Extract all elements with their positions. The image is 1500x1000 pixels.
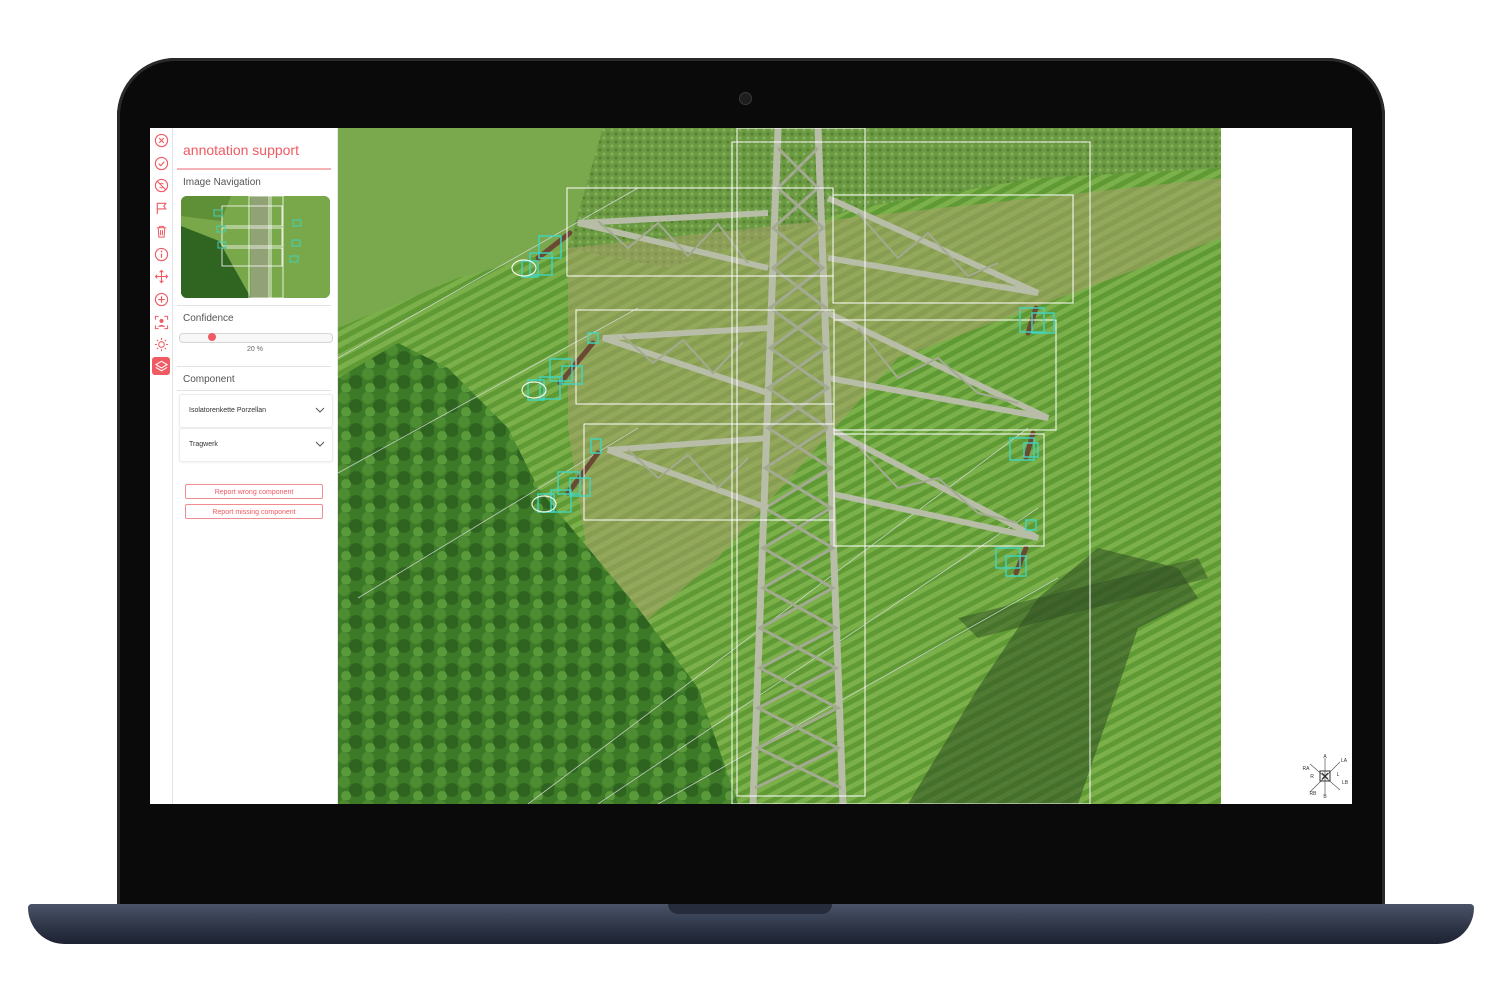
check-circle-icon — [154, 156, 168, 170]
layers-tool-button[interactable] — [152, 357, 170, 375]
confirm-tool-button[interactable] — [152, 154, 170, 172]
compass-label: LB — [1342, 780, 1349, 786]
confidence-label: Confidence — [183, 313, 234, 324]
delete-tool-button[interactable] — [152, 222, 170, 240]
component-dropdown-isolatorenkette[interactable]: Isolatorenkette Porzellan — [179, 394, 333, 428]
title-divider — [177, 168, 331, 170]
compass-label: RB — [1310, 791, 1318, 797]
annotation-panel: annotation support Image Navigation Conf… — [173, 128, 338, 804]
image-navigation-thumbnail[interactable] — [181, 196, 330, 298]
tool-bar — [150, 128, 173, 804]
compass-label: R — [1310, 774, 1314, 780]
compass-rose-icon: A LA L LB B RB R RA — [1303, 754, 1349, 800]
confidence-slider-track[interactable] — [179, 333, 333, 343]
info-icon — [154, 247, 168, 261]
component-label: Component — [183, 374, 235, 385]
move-icon — [154, 269, 168, 283]
orientation-compass[interactable]: A LA L LB B RB R RA — [1300, 752, 1350, 800]
section-divider — [177, 366, 331, 367]
focus-person-icon — [154, 315, 168, 329]
component-dropdown-label: Tragwerk — [189, 441, 218, 448]
flag-tool-button[interactable] — [152, 199, 170, 217]
confidence-slider-thumb[interactable] — [207, 333, 216, 341]
reject-tool-button[interactable] — [152, 176, 170, 194]
thumbnail-image — [181, 196, 330, 298]
image-viewer[interactable] — [338, 128, 1221, 804]
close-circle-icon — [154, 133, 168, 147]
confidence-value: 20 % — [247, 346, 263, 353]
compass-label: LA — [1341, 758, 1348, 764]
panel-title: annotation support — [183, 142, 299, 158]
laptop-base-notch — [668, 904, 832, 914]
brightness-icon — [154, 337, 168, 351]
component-dropdown-label: Isolatorenkette Porzellan — [189, 407, 267, 414]
component-dropdown-tragwerk[interactable]: Tragwerk — [179, 428, 333, 462]
app-screen: annotation support Image Navigation Conf… — [150, 128, 1352, 804]
close-tool-button[interactable] — [152, 131, 170, 149]
chevron-down-icon — [315, 407, 325, 413]
compass-label: L — [1337, 772, 1340, 778]
trash-icon — [156, 225, 166, 238]
report-wrong-component-button[interactable]: Report wrong component — [185, 484, 323, 499]
compass-label: B — [1323, 794, 1327, 800]
add-circle-icon — [154, 292, 168, 306]
flag-icon — [156, 202, 167, 214]
chevron-down-icon — [315, 441, 325, 447]
section-divider — [177, 305, 331, 306]
section-divider — [177, 390, 331, 391]
no-entry-icon — [154, 178, 168, 192]
report-missing-component-button[interactable]: Report missing component — [185, 504, 323, 519]
move-tool-button[interactable] — [152, 267, 170, 285]
brightness-tool-button[interactable] — [152, 335, 170, 353]
compass-label: RA — [1303, 766, 1311, 772]
add-tool-button[interactable] — [152, 290, 170, 308]
compass-label: A — [1323, 754, 1327, 760]
info-tool-button[interactable] — [152, 245, 170, 263]
image-navigation-label: Image Navigation — [183, 177, 261, 188]
webcam — [739, 92, 752, 105]
aerial-photo — [338, 128, 1221, 804]
layers-icon — [154, 360, 168, 371]
focus-tool-button[interactable] — [152, 313, 170, 331]
